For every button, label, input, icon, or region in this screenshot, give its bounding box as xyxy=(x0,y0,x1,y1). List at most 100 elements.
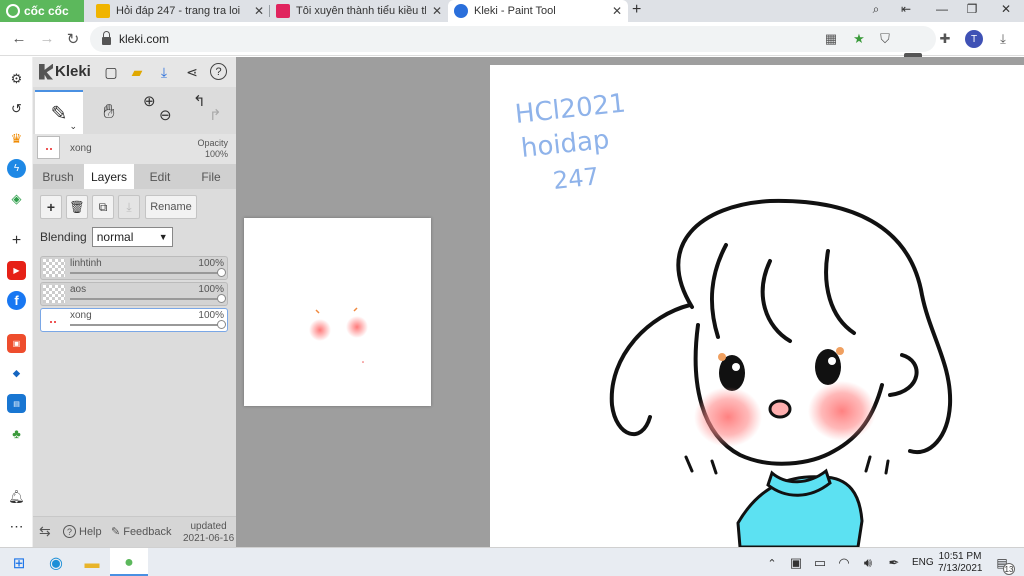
browser-brand: cốc cốc xyxy=(24,4,69,18)
zoom-buttons[interactable]: ⊕ ⊖ xyxy=(137,90,181,134)
share-icon[interactable]: ⋖ xyxy=(182,62,202,82)
layer-opacity-slider[interactable] xyxy=(70,320,226,329)
volume-icon[interactable]: 🔊︎ xyxy=(858,553,878,573)
save-download-icon[interactable]: ⤓ xyxy=(154,62,174,82)
browser-menu-button[interactable]: cốc cốc xyxy=(0,0,84,22)
shopee-icon[interactable]: ▣ xyxy=(7,334,26,353)
help-link[interactable]: ? Help xyxy=(63,525,102,538)
current-layer-opacity: Opacity 100% xyxy=(197,138,228,160)
crown-icon[interactable]: ♛ xyxy=(7,129,26,148)
kleki-logo[interactable]: Kleki xyxy=(39,63,91,80)
slider-handle[interactable] xyxy=(217,268,226,277)
pen-icon[interactable]: ✒ xyxy=(884,553,904,573)
coccoc-taskbar-button[interactable]: ● xyxy=(110,548,148,576)
battery-icon[interactable]: ▭ xyxy=(810,553,830,573)
drawing-canvas[interactable]: HCl2021 hoidap 247 xyxy=(490,65,1024,547)
pin-icon[interactable]: ⇤ xyxy=(896,2,916,16)
hand-tool-button[interactable]: ✋︎ xyxy=(87,90,131,134)
settings-gear-icon[interactable]: ⚙ xyxy=(7,69,26,88)
rename-layer-button[interactable]: Rename xyxy=(145,195,197,219)
windows-start-icon[interactable]: ⊞ xyxy=(9,553,29,573)
shield-icon[interactable]: ⛉ xyxy=(876,31,894,47)
notification-bell-icon[interactable]: 🔔︎ xyxy=(7,487,26,506)
trash-icon: 🗑︎ xyxy=(69,200,85,214)
canvas-workspace[interactable]: HCl2021 hoidap 247 xyxy=(236,57,1024,547)
vtv-icon[interactable]: ◆ xyxy=(7,364,26,383)
url-text: kleki.com xyxy=(119,32,170,46)
search-tabs-icon[interactable]: ⌕ xyxy=(866,2,886,17)
facebook-icon[interactable]: f xyxy=(7,291,26,310)
clock[interactable]: 10:51 PM 7/13/2021 xyxy=(938,551,983,575)
layer-opacity-slider[interactable] xyxy=(70,268,226,277)
delete-layer-button[interactable]: 🗑︎ xyxy=(66,195,88,219)
blending-label: Blending xyxy=(40,230,87,244)
tab-edit[interactable]: Edit xyxy=(135,164,185,189)
chevron-down-icon[interactable]: ⌄ xyxy=(69,121,77,132)
downloads-icon[interactable]: ⤓ xyxy=(994,31,1012,47)
merge-layer-button[interactable]: ⤓ xyxy=(118,195,140,219)
plus-icon: + xyxy=(46,199,56,215)
url-input[interactable]: kleki.com xyxy=(90,26,936,52)
layer-item-aos[interactable]: aos 100% xyxy=(40,282,228,306)
redo-icon[interactable]: ↱ xyxy=(209,106,222,124)
maximize-icon[interactable]: ❐ xyxy=(962,2,982,16)
messenger-icon[interactable]: ϟ xyxy=(7,159,26,178)
extensions-icon[interactable]: ✚ xyxy=(936,31,954,47)
more-icon[interactable]: ⋯ xyxy=(7,517,26,536)
history-icon[interactable]: ↺ xyxy=(7,99,26,118)
tab-file[interactable]: File xyxy=(186,164,236,189)
duplicate-layer-button[interactable]: ⧉ xyxy=(92,195,114,219)
open-folder-icon[interactable]: ▰ xyxy=(127,62,147,82)
zoom-in-icon[interactable]: ⊕ xyxy=(143,92,156,110)
coccoc-app-icon: ● xyxy=(124,554,134,571)
layer-item-xong[interactable]: xong 100% xyxy=(40,308,228,332)
slider-handle[interactable] xyxy=(217,320,226,329)
tiki-icon[interactable]: ▤ xyxy=(7,394,26,413)
feedback-link[interactable]: ✎ Feedback xyxy=(111,525,172,539)
layer-item-linhtinh[interactable]: linhtinh 100% xyxy=(40,256,228,280)
chevron-up-icon[interactable]: ⌃ xyxy=(762,553,782,573)
tab-kleki[interactable]: Kleki - Paint Tool ✕ xyxy=(448,0,628,22)
ear xyxy=(888,353,919,397)
bookmark-star-icon[interactable]: ★ xyxy=(850,31,868,47)
back-icon[interactable]: ← xyxy=(10,30,28,47)
close-tab-icon[interactable]: ✕ xyxy=(612,4,622,18)
brush-tool-button[interactable]: ✎ ⌄ xyxy=(35,90,83,134)
help-icon[interactable]: ? xyxy=(210,63,227,80)
zoom-out-icon[interactable]: ⊖ xyxy=(159,106,172,124)
forward-icon[interactable]: → xyxy=(38,30,56,47)
add-layer-button[interactable]: + xyxy=(40,195,62,219)
close-window-icon[interactable]: ✕ xyxy=(996,2,1016,16)
undo-redo-buttons[interactable]: ↰ ↱ xyxy=(187,90,231,134)
profile-avatar[interactable]: T xyxy=(965,30,983,48)
mouth xyxy=(768,399,792,419)
translate-icon[interactable]: ▦ xyxy=(822,31,840,47)
clock-date: 7/13/2021 xyxy=(938,563,983,574)
undo-icon[interactable]: ↰ xyxy=(193,92,206,110)
tab-brush[interactable]: Brush xyxy=(33,164,83,189)
tab-layers[interactable]: Layers xyxy=(84,164,134,189)
gamepad-icon[interactable]: ◈ xyxy=(7,189,26,208)
layer-opacity-slider[interactable] xyxy=(70,294,226,303)
language-indicator[interactable]: ENG xyxy=(912,557,934,568)
blending-select[interactable]: normal ▼ xyxy=(91,227,173,247)
news-icon[interactable]: ♣ xyxy=(7,424,26,443)
close-tab-icon[interactable]: ✕ xyxy=(432,4,442,18)
add-shortcut-icon[interactable]: + xyxy=(7,231,26,250)
new-tab-button[interactable]: + xyxy=(632,1,641,19)
edge-icon[interactable]: ◉ xyxy=(46,553,66,573)
youtube-icon[interactable]: ▶ xyxy=(7,261,26,280)
slider-handle[interactable] xyxy=(217,294,226,303)
tab-hoidap[interactable]: Hỏi đáp 247 - trang tra loi ✕ xyxy=(90,0,270,22)
file-explorer-icon[interactable]: ▬ xyxy=(82,553,102,573)
wifi-icon[interactable]: ◠ xyxy=(834,553,854,573)
reload-icon[interactable]: ↻ xyxy=(64,30,82,48)
minimize-icon[interactable]: — xyxy=(932,2,952,16)
duplicate-icon: ⧉ xyxy=(98,199,108,214)
meet-now-icon[interactable]: ▣ xyxy=(786,553,806,573)
tab-novel[interactable]: Tôi xuyên thành tiểu kiều thê ✕ xyxy=(270,0,448,22)
close-tab-icon[interactable]: ✕ xyxy=(254,4,264,18)
coccoc-logo-icon xyxy=(6,4,20,18)
new-image-icon[interactable]: ▢ xyxy=(101,62,121,82)
swap-side-icon[interactable]: ⇆ xyxy=(39,523,51,540)
